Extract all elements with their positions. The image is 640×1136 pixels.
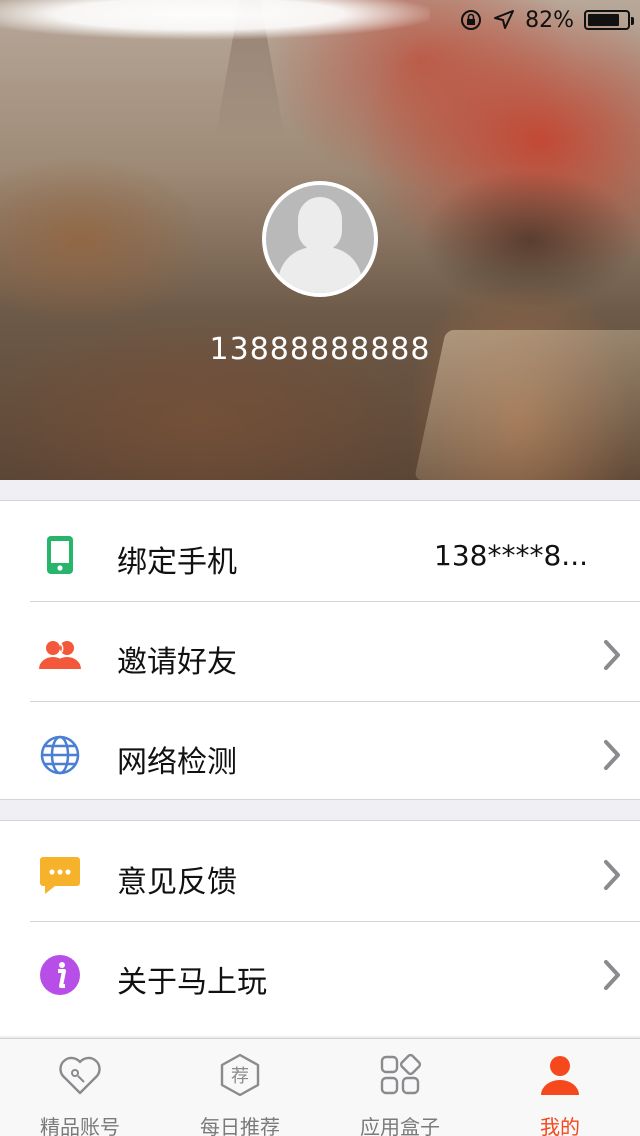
bound-phone-value: 138****8... xyxy=(434,539,588,572)
globe-icon xyxy=(38,735,82,775)
bottom-tab-bar: 精品账号 荐 每日推荐 应用盒子 我的 xyxy=(0,1038,640,1136)
recommend-hexagon-icon: 荐 xyxy=(220,1053,260,1097)
menu-item-network-check[interactable]: 网络检测 xyxy=(0,701,640,801)
chevron-right-icon xyxy=(604,860,620,890)
battery-icon xyxy=(584,10,634,30)
menu-item-invite-friends[interactable]: 邀请好友 xyxy=(0,601,640,701)
rotation-lock-icon xyxy=(461,10,482,30)
chevron-right-icon xyxy=(604,640,620,670)
profile-screen: 82% 13888888888 绑定手机 138****8... 邀请好友 网络… xyxy=(0,0,640,1136)
default-avatar-icon xyxy=(266,185,374,293)
tab-premium-accounts[interactable]: 精品账号 xyxy=(0,1039,160,1136)
heart-icon xyxy=(59,1056,101,1095)
tab-daily-recommend[interactable]: 荐 每日推荐 xyxy=(160,1039,320,1136)
app-grid-icon xyxy=(380,1053,422,1095)
chevron-right-icon xyxy=(604,960,620,990)
profile-header: 82% 13888888888 xyxy=(0,0,640,480)
tab-label: 我的 xyxy=(540,1115,580,1136)
feedback-chat-icon xyxy=(38,855,82,895)
carrier-redaction xyxy=(0,0,430,40)
info-icon xyxy=(38,955,82,995)
status-bar: 82% xyxy=(459,6,634,34)
tab-app-box[interactable]: 应用盒子 xyxy=(320,1039,480,1136)
recommend-glyph: 荐 xyxy=(231,1066,249,1087)
settings-group-2: 意见反馈 关于马上玩 xyxy=(0,820,640,1036)
user-icon xyxy=(541,1056,579,1095)
menu-item-label: 关于马上玩 xyxy=(117,965,267,1000)
menu-item-feedback[interactable]: 意见反馈 xyxy=(0,821,640,921)
battery-percent: 82% xyxy=(525,7,574,33)
settings-group-1: 绑定手机 138****8... 邀请好友 网络检测 xyxy=(0,500,640,800)
friends-icon xyxy=(38,635,82,675)
menu-item-about[interactable]: 关于马上玩 xyxy=(0,921,640,1021)
tab-label: 应用盒子 xyxy=(360,1115,440,1136)
chevron-right-icon xyxy=(604,740,620,770)
menu-item-label: 邀请好友 xyxy=(117,645,237,680)
tab-label: 每日推荐 xyxy=(200,1115,280,1136)
tab-label: 精品账号 xyxy=(40,1115,120,1136)
menu-item-bind-phone[interactable]: 绑定手机 138****8... xyxy=(0,501,640,601)
background-shade xyxy=(420,170,640,310)
user-phone-number: 13888888888 xyxy=(209,332,431,367)
avatar[interactable] xyxy=(262,181,378,297)
battery-fill xyxy=(588,14,620,26)
tab-mine[interactable]: 我的 xyxy=(480,1039,640,1136)
menu-item-label: 意见反馈 xyxy=(117,865,237,900)
menu-item-label: 网络检测 xyxy=(117,745,237,780)
mobile-phone-icon xyxy=(38,535,82,575)
menu-item-label: 绑定手机 xyxy=(117,545,237,580)
location-arrow-icon xyxy=(494,10,515,29)
